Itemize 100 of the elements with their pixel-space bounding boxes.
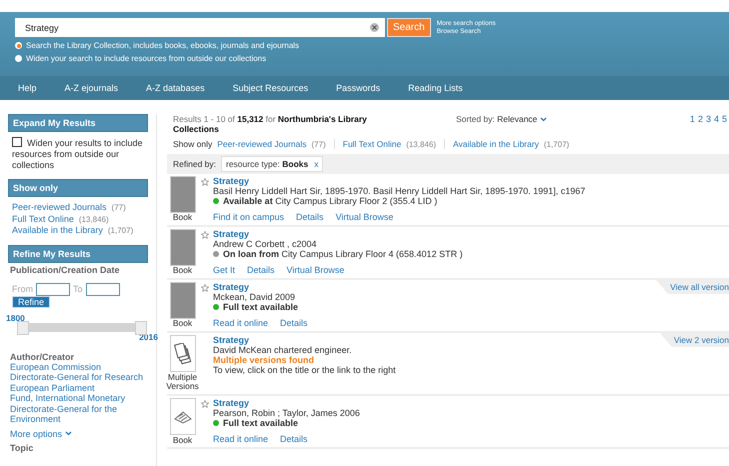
nav-link[interactable]: Subject Resources — [232, 83, 308, 93]
versions-status: Multiple versions found — [213, 355, 316, 365]
nav-link[interactable]: A-Z ejournals — [64, 83, 118, 93]
section-subheading: Publication/Creation Date — [10, 264, 121, 274]
section-subheading: Author/Creator — [10, 352, 76, 362]
filter-count: (1,707) — [108, 226, 134, 235]
result-author: Mckean, David 2009 — [213, 292, 296, 302]
filter-link[interactable]: Peer-reviewed Journals — [12, 202, 107, 212]
section-heading: Refine My Results — [8, 244, 148, 262]
book-cover-placeholder — [170, 282, 196, 319]
refined-label: Refined by: — [173, 159, 216, 169]
author-link[interactable]: Directorate-General for Research — [10, 372, 148, 382]
filter-tag: resource type: Books x — [221, 156, 324, 172]
checkbox[interactable] — [12, 137, 22, 147]
from-label: From — [12, 284, 33, 294]
slider-handle[interactable] — [135, 320, 147, 334]
result-author: Basil Henry Liddell Hart Sir, 1895-1970. Basil Henry Liddell Hart Sir, 1895-1970. 1991], c1967 — [213, 186, 586, 196]
nav-link[interactable]: Reading Lists — [408, 83, 463, 93]
star-icon[interactable] — [201, 284, 209, 292]
availability-status: On loan from City Campus Library Floor 4 (658.4012 STR ) — [213, 249, 463, 259]
to-label: To — [73, 284, 83, 294]
author-link[interactable]: Fund, International Monetary — [10, 393, 148, 404]
book-cover-placeholder — [170, 229, 196, 266]
chevron-down-icon — [65, 431, 72, 436]
view-versions-link[interactable]: View 2 version — [660, 333, 729, 347]
page-link[interactable]: 4 — [714, 114, 719, 134]
nav-link[interactable]: A-Z databases — [146, 83, 205, 93]
result-author: Andrew C Corbett , c2004 — [213, 239, 318, 249]
result-title-link[interactable]: Strategy — [213, 176, 586, 186]
nav-link[interactable]: Passwords — [336, 83, 380, 93]
result-action-link[interactable]: Details — [247, 265, 275, 275]
result-action-link[interactable]: Get It — [213, 265, 236, 275]
result-action-link[interactable]: Read it online — [213, 434, 268, 444]
author-link[interactable]: Directorate-General for the Environment — [10, 404, 148, 424]
page-link[interactable]: 2 — [698, 114, 703, 134]
clear-icon[interactable] — [370, 23, 379, 32]
filter-link[interactable]: Full Text Online — [12, 214, 74, 224]
filter-link[interactable]: Available in the Library — [12, 225, 103, 235]
resource-type-label: Book — [172, 319, 192, 328]
star-icon[interactable] — [201, 178, 209, 186]
results-summary: Results 1 - 10 of 15,312 for Northumbria's Library Collections — [173, 114, 368, 134]
result-action-link[interactable]: Details — [280, 434, 308, 444]
availability-status: Available at City Campus Library Floor 2 (355.4 LID ) — [213, 196, 586, 206]
sort-dropdown[interactable]: Relevance — [497, 114, 538, 124]
result-author: Pearson, Robin ; Taylor, James 2006 — [213, 408, 360, 418]
result-title-link[interactable]: Strategy — [213, 398, 360, 408]
versions-hint: To view, click on the title or the link to the right — [213, 365, 396, 375]
resource-type-label: Book — [172, 213, 192, 222]
nav-link[interactable]: Help — [18, 83, 37, 93]
radio-button[interactable] — [15, 42, 22, 49]
result-action-link[interactable]: Read it online — [213, 318, 268, 328]
search-field[interactable]: Strategy — [15, 18, 385, 37]
page-link[interactable]: 5 — [722, 114, 727, 134]
more-options-link[interactable]: More options — [10, 428, 62, 439]
result-title-link[interactable]: Strategy — [213, 335, 396, 345]
resource-type-label: Book — [172, 266, 192, 275]
radio-button[interactable] — [15, 55, 22, 62]
chevron-down-icon — [540, 117, 548, 122]
filter-count: (1,707) — [544, 140, 570, 148]
to-year-field[interactable] — [86, 282, 120, 296]
page-link[interactable]: 3 — [706, 114, 711, 134]
author-link[interactable]: European Commission — [10, 362, 148, 372]
page-link[interactable]: 1 — [690, 114, 695, 134]
range-start-label: 1800 — [6, 312, 26, 322]
open-book-icon — [170, 398, 196, 435]
availability-status: Full text available — [213, 302, 308, 312]
slider-handle[interactable] — [17, 320, 29, 334]
result-title-link[interactable]: Strategy — [213, 282, 308, 292]
filter-link[interactable]: Full Text Online — [342, 139, 402, 149]
section-heading: Show only — [8, 179, 148, 197]
section-heading: Expand My Results — [8, 114, 148, 132]
result-action-link[interactable]: Find it on campus — [213, 212, 284, 222]
result-action-link[interactable]: Details — [280, 318, 308, 328]
star-icon[interactable] — [201, 231, 209, 239]
radio-label: Search the Library Collection, includes books, ebooks, journals and ejournals — [26, 41, 300, 50]
show-only-label: Show only — [173, 139, 212, 149]
refine-button[interactable]: Refine — [12, 296, 50, 308]
author-link[interactable]: European Parliament — [10, 382, 148, 393]
filter-count: (77) — [312, 140, 326, 148]
from-year-field[interactable] — [36, 282, 70, 296]
checkbox-label: Widen your results to include resources from outside our collections — [12, 137, 144, 171]
remove-filter-link[interactable]: x — [314, 159, 318, 169]
result-author: David McKean chartered engineer. — [213, 345, 353, 355]
star-icon[interactable] — [201, 400, 209, 408]
resource-type-label: Multiple Versions — [166, 373, 199, 391]
filter-count: (13,846) — [406, 140, 436, 148]
result-action-link[interactable]: Virtual Browse — [336, 212, 394, 222]
section-subheading: Topic — [10, 443, 34, 453]
radio-label: Widen your search to include resources from outside our collections — [26, 54, 266, 63]
view-versions-link[interactable]: View all version — [656, 280, 729, 294]
result-action-link[interactable]: Details — [296, 212, 324, 222]
availability-status: Full text available — [213, 418, 360, 428]
result-title-link[interactable]: Strategy — [213, 229, 463, 239]
book-cover-placeholder — [170, 176, 196, 213]
filter-link[interactable]: Peer-reviewed Journals — [217, 139, 307, 149]
search-button[interactable]: Search — [387, 18, 431, 37]
stacked-pages-icon — [170, 335, 196, 372]
result-action-link[interactable]: Virtual Browse — [286, 265, 344, 275]
filter-link[interactable]: Available in the Library — [452, 139, 539, 149]
filter-count: (77) — [112, 203, 126, 212]
